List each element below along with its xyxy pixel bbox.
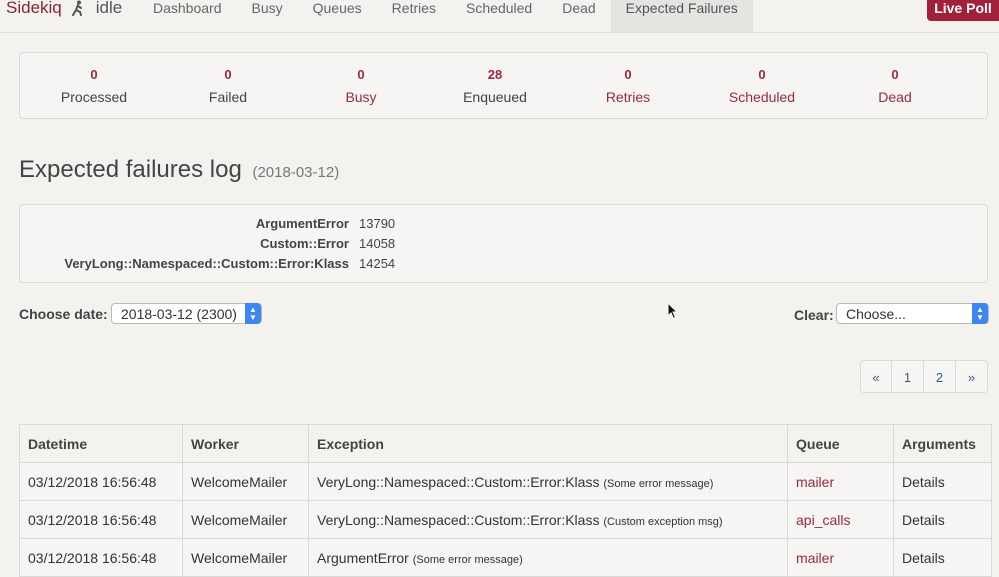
live-poll-button[interactable]: Live Poll [927, 0, 999, 21]
exception-class: VeryLong::Namespaced::Custom::Error:Klas… [317, 511, 600, 528]
cell-worker: WelcomeMailer [182, 538, 309, 577]
failures-table: Datetime Worker Exception Queue Argument… [19, 424, 992, 577]
table-row: 03/12/2018 16:56:48 WelcomeMailer Argume… [19, 538, 992, 577]
navbar: Sidekiq idle Dashboard Busy Queues Retri… [0, 0, 999, 33]
cell-details-link[interactable]: Details [893, 462, 992, 501]
count-row: VeryLong::Namespaced::Custom::Error:Klas… [20, 253, 395, 273]
table-row: 03/12/2018 16:56:48 WelcomeMailer VeryLo… [19, 500, 992, 539]
exception-count: 14058 [359, 235, 396, 251]
stat-value: 0 [357, 67, 365, 82]
exception-counts-table: ArgumentError 13790 Custom::Error 14058 … [20, 213, 395, 273]
stat-label: Retries [605, 89, 651, 105]
cell-datetime: 03/12/2018 16:56:48 [19, 462, 183, 501]
table-row: 03/12/2018 16:56:48 WelcomeMailer VeryLo… [19, 462, 992, 501]
page-2[interactable]: 2 [924, 360, 956, 393]
count-row: ArgumentError 13790 [20, 213, 395, 233]
cell-worker: WelcomeMailer [182, 500, 309, 539]
exception-count: 14254 [359, 255, 396, 271]
page-last[interactable]: » [956, 360, 988, 393]
column-header-datetime: Datetime [19, 424, 183, 463]
cell-worker: WelcomeMailer [182, 462, 309, 501]
stat-processed[interactable]: 0 Processed [39, 67, 149, 105]
page-title: Expected failures log (2018-03-12) [19, 156, 339, 184]
page-title-date: (2018-03-12) [252, 164, 340, 181]
stat-value: 28 [487, 67, 503, 82]
stat-label: Busy [345, 89, 377, 105]
stat-enqueued[interactable]: 28 Enqueued [440, 67, 550, 105]
cell-queue-link[interactable]: mailer [787, 462, 894, 501]
brand[interactable]: Sidekiq idle [6, 0, 122, 18]
exception-name: VeryLong::Namespaced::Custom::Error:Klas… [64, 255, 349, 271]
cell-exception: ArgumentError (Some error message) [308, 538, 788, 577]
clear-label: Clear: [794, 307, 834, 323]
tab-scheduled[interactable]: Scheduled [451, 0, 547, 32]
exception-name: Custom::Error [260, 235, 349, 251]
tab-dead[interactable]: Dead [547, 0, 610, 32]
stat-retries[interactable]: 0 Retries [573, 67, 683, 105]
stat-label: Dead [878, 89, 912, 105]
select-arrows-icon: ▲ ▼ [245, 303, 261, 324]
brand-name: Sidekiq [6, 0, 62, 17]
page-1[interactable]: 1 [892, 360, 924, 393]
table-header-row: Datetime Worker Exception Queue Argument… [19, 424, 992, 463]
page-title-text: Expected failures log [19, 156, 242, 183]
stat-label: Scheduled [728, 89, 796, 105]
column-header-queue: Queue [787, 424, 894, 463]
stat-busy[interactable]: 0 Busy [306, 67, 416, 105]
exception-message: (Custom exception msg) [603, 515, 723, 528]
exception-count: 13790 [359, 215, 396, 231]
column-header-worker: Worker [182, 424, 309, 463]
exception-counts: ArgumentError 13790 Custom::Error 14058 … [19, 204, 988, 283]
exception-class: ArgumentError [317, 549, 409, 566]
stat-value: 0 [224, 67, 232, 82]
stat-label: Enqueued [463, 89, 527, 105]
tab-retries[interactable]: Retries [377, 0, 451, 32]
exception-message: (Some error message) [412, 553, 523, 566]
running-person-icon [71, 0, 82, 16]
cell-details-link[interactable]: Details [893, 538, 992, 577]
tab-dashboard[interactable]: Dashboard [138, 0, 237, 32]
cell-queue-link[interactable]: mailer [787, 538, 894, 577]
cell-details-link[interactable]: Details [893, 500, 992, 539]
page-first[interactable]: « [860, 360, 892, 393]
exception-message: (Some error message) [603, 477, 714, 490]
exception-class: VeryLong::Namespaced::Custom::Error:Klas… [317, 473, 600, 490]
brand-status: idle [95, 0, 123, 17]
date-select-value: 2018-03-12 (2300) [121, 306, 237, 322]
stat-value: 0 [90, 67, 98, 82]
date-select[interactable]: 2018-03-12 (2300) ▲ ▼ [111, 303, 262, 324]
main-nav: Dashboard Busy Queues Retries Scheduled … [138, 0, 753, 32]
count-row: Custom::Error 14058 [20, 233, 395, 253]
stat-label: Failed [208, 89, 248, 105]
stat-failed[interactable]: 0 Failed [173, 67, 283, 105]
stat-value: 0 [758, 67, 766, 82]
tab-queues[interactable]: Queues [298, 0, 377, 32]
clear-select-value: Choose... [846, 306, 906, 322]
tab-busy[interactable]: Busy [237, 0, 298, 32]
summary-bar: 0 Processed 0 Failed 0 Busy 28 Enqueued … [19, 52, 988, 119]
pagination: « 1 2 » [860, 360, 988, 393]
cell-queue-link[interactable]: api_calls [787, 500, 894, 539]
stat-dead[interactable]: 0 Dead [840, 67, 950, 105]
cell-exception: VeryLong::Namespaced::Custom::Error:Klas… [308, 462, 788, 501]
stat-value: 0 [891, 67, 899, 82]
tab-expected-failures[interactable]: Expected Failures [610, 0, 753, 32]
stat-scheduled[interactable]: 0 Scheduled [707, 67, 817, 105]
choose-date-label: Choose date: [19, 306, 108, 322]
cell-datetime: 03/12/2018 16:56:48 [19, 500, 183, 539]
stat-value: 0 [624, 67, 632, 82]
exception-name: ArgumentError [255, 215, 349, 231]
mouse-pointer-icon [667, 302, 679, 320]
cell-exception: VeryLong::Namespaced::Custom::Error:Klas… [308, 500, 788, 539]
column-header-exception: Exception [308, 424, 788, 463]
select-arrows-icon: ▲ ▼ [972, 303, 988, 324]
clear-select[interactable]: Choose... ▲ ▼ [836, 303, 989, 324]
stat-label: Processed [60, 89, 128, 105]
cell-datetime: 03/12/2018 16:56:48 [19, 538, 183, 577]
column-header-arguments: Arguments [893, 424, 992, 463]
